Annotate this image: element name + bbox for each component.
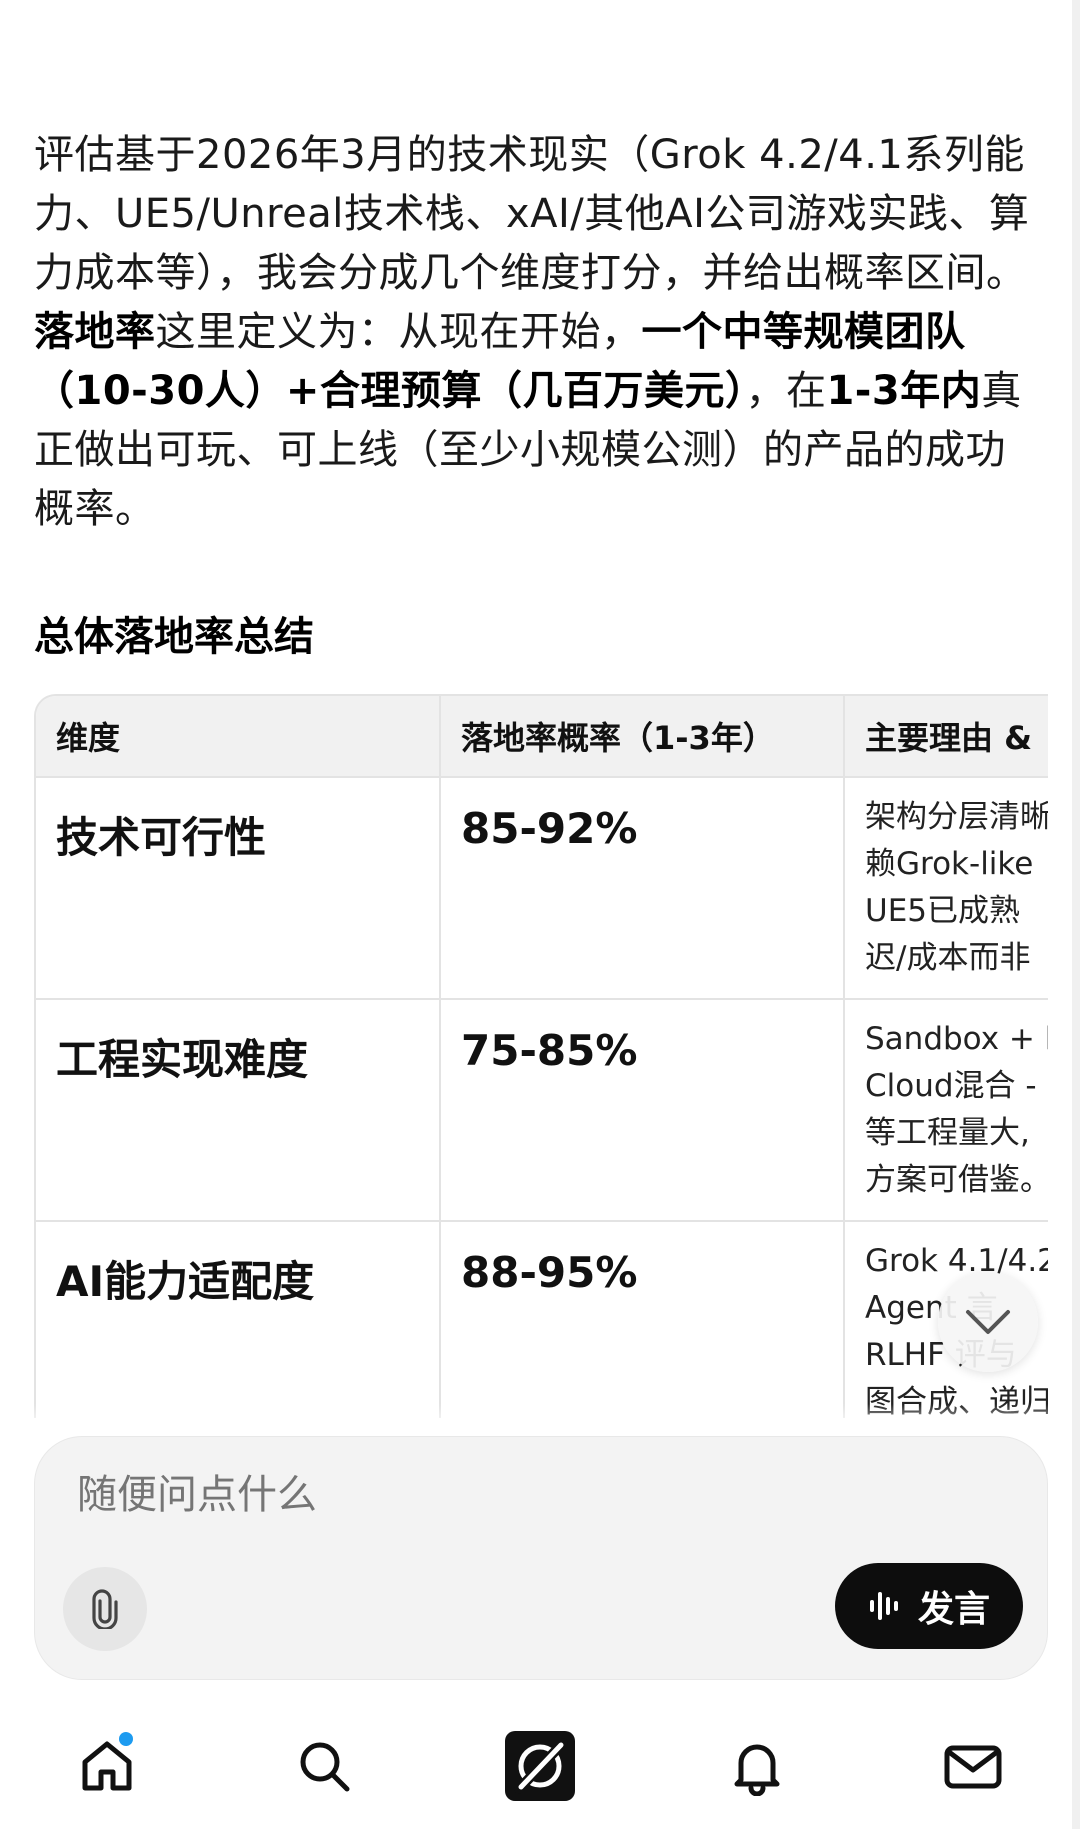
scroll-edge [1072, 0, 1080, 1829]
intro-bold-3: 1-3年内 [826, 368, 982, 414]
summary-table: 维度 落地率概率（1-3年） 主要理由 & 技术可行性 85-92% 架构分层清… [36, 696, 1048, 1418]
table-header-row: 维度 落地率概率（1-3年） 主要理由 & [36, 696, 1048, 778]
nav-search[interactable] [284, 1726, 364, 1806]
search-icon [300, 1742, 350, 1792]
reason-line: 方案可借鉴。 [865, 1162, 1048, 1198]
cell-dimension: 技术可行性 [36, 777, 441, 1000]
summary-table-scroll[interactable]: 维度 落地率概率（1-3年） 主要理由 & 技术可行性 85-92% 架构分层清… [34, 694, 1048, 1418]
header-dimension: 维度 [36, 696, 441, 778]
grok-icon [505, 1731, 575, 1801]
header-probability: 落地率概率（1-3年） [440, 696, 845, 778]
nav-grok[interactable] [500, 1726, 580, 1806]
cell-probability: 88-95% [440, 1221, 845, 1418]
attach-button[interactable] [63, 1567, 147, 1651]
intro-paragraph: 评估基于2026年3月的技术现实（Grok 4.2/4.1系列能力、UE5/Un… [34, 126, 1034, 539]
section-title: 总体落地率总结 [34, 614, 314, 660]
composer: 发言 [34, 1436, 1048, 1680]
speak-button[interactable]: 发言 [835, 1563, 1023, 1649]
content-fade [0, 1404, 1072, 1434]
scroll-down-button[interactable] [938, 1272, 1038, 1372]
mail-icon [944, 1745, 1002, 1789]
nav-notifications[interactable] [717, 1726, 797, 1806]
notification-dot [119, 1732, 133, 1746]
bell-icon [734, 1744, 780, 1796]
nav-home[interactable] [67, 1726, 147, 1806]
waveform-icon [869, 1592, 898, 1620]
cell-probability: 75-85% [440, 999, 845, 1222]
reason-line: Grok 4.1/4.2 [865, 1243, 1048, 1279]
reason-line: 等工程量大, [865, 1115, 1030, 1151]
cell-reason: 架构分层清晰 赖Grok-like UE5已成熟 迟/成本而非 [844, 777, 1048, 1000]
intro-text-1: 评估基于2026年3月的技术现实（Grok 4.2/4.1系列能力、UE5/Un… [34, 132, 1030, 296]
reason-line: 架构分层清晰 [865, 799, 1048, 835]
intro-text-3: ，在 [745, 368, 827, 414]
reason-line: 迟/成本而非 [865, 940, 1031, 976]
cell-dimension: 工程实现难度 [36, 999, 441, 1222]
header-reason: 主要理由 & [844, 696, 1048, 778]
speak-label: 发言 [917, 1589, 990, 1630]
paperclip-icon [92, 1589, 118, 1629]
table-row: 技术可行性 85-92% 架构分层清晰 赖Grok-like UE5已成熟 迟/… [36, 777, 1048, 1000]
cell-reason: Sandbox + l Cloud混合 - 等工程量大, 方案可借鉴。 [844, 999, 1048, 1222]
reason-line: UE5已成熟 [865, 893, 1020, 929]
intro-text-2: 这里定义为：从现在开始， [155, 309, 642, 355]
table-row: AI能力适配度 88-95% Grok 4.1/4.2 Agent 言 RLHF… [36, 1221, 1048, 1418]
cell-dimension: AI能力适配度 [36, 1221, 441, 1418]
reason-line: 赖Grok-like [865, 846, 1034, 882]
reason-line: Sandbox + l [865, 1021, 1048, 1057]
chevron-down-icon [966, 1310, 1010, 1334]
ask-input[interactable] [75, 1471, 979, 1519]
bottom-nav [0, 1700, 1072, 1829]
table-row: 工程实现难度 75-85% Sandbox + l Cloud混合 - 等工程量… [36, 999, 1048, 1222]
cell-probability: 85-92% [440, 777, 845, 1000]
nav-messages[interactable] [933, 1726, 1013, 1806]
reason-line: Cloud混合 - [865, 1068, 1037, 1104]
intro-bold-1: 落地率 [34, 309, 156, 355]
